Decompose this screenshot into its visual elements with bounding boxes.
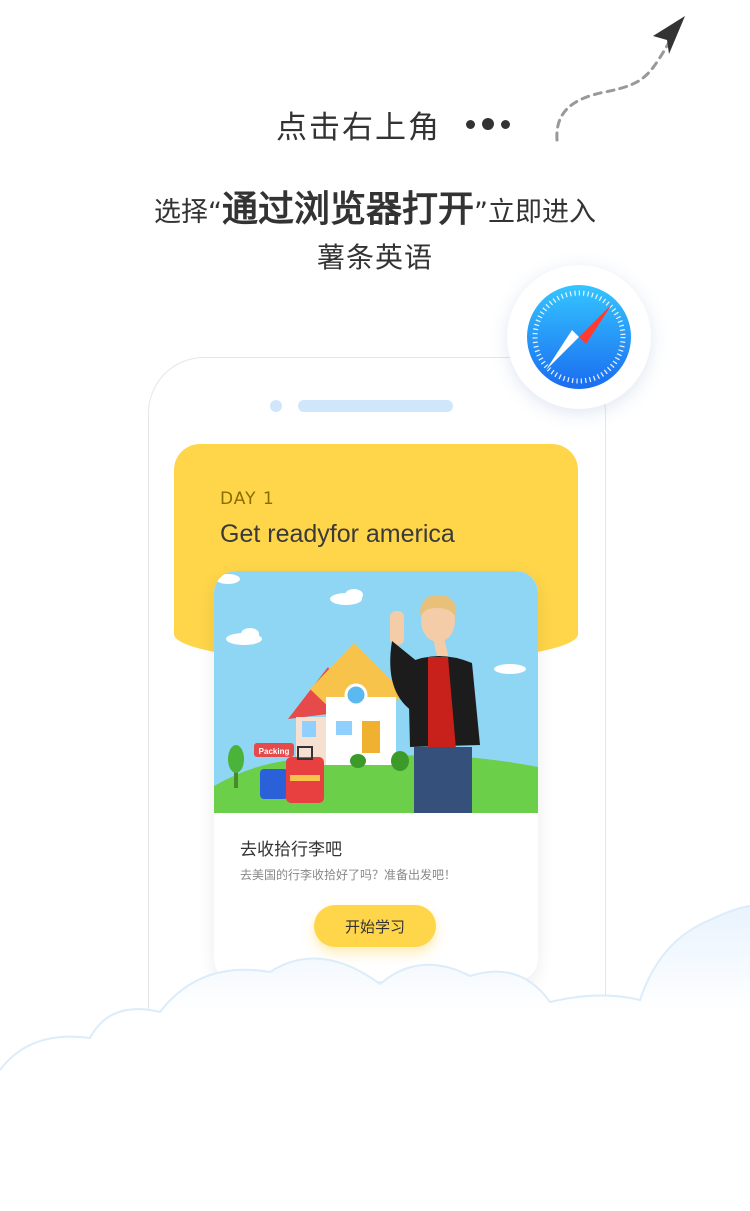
phone-camera	[270, 400, 282, 412]
lesson-day: DAY 1	[220, 489, 275, 509]
app-name: 薯条英语	[316, 241, 433, 274]
more-dots-icon	[466, 117, 512, 131]
instruction-prefix: 选择“	[153, 197, 222, 228]
card-title: 去收拾行李吧	[240, 840, 342, 860]
cloud-decoration	[0, 905, 750, 1211]
tap-corner-text: 点击右上角	[276, 110, 441, 146]
safari-badge	[507, 265, 651, 409]
instruction-suffix: ”立即进入	[474, 197, 596, 228]
lesson-title: Get readyfor america	[220, 520, 455, 548]
safari-compass-icon	[527, 285, 631, 389]
open-in-browser-instruction: 选择“通过浏览器打开”立即进入	[0, 180, 750, 232]
packing-illustration: Packing	[214, 571, 538, 813]
curved-arrow-icon	[555, 16, 685, 142]
packing-sign: Packing	[259, 747, 290, 756]
instruction-highlight: 通过浏览器打开	[221, 189, 474, 230]
phone-speaker	[298, 400, 453, 412]
